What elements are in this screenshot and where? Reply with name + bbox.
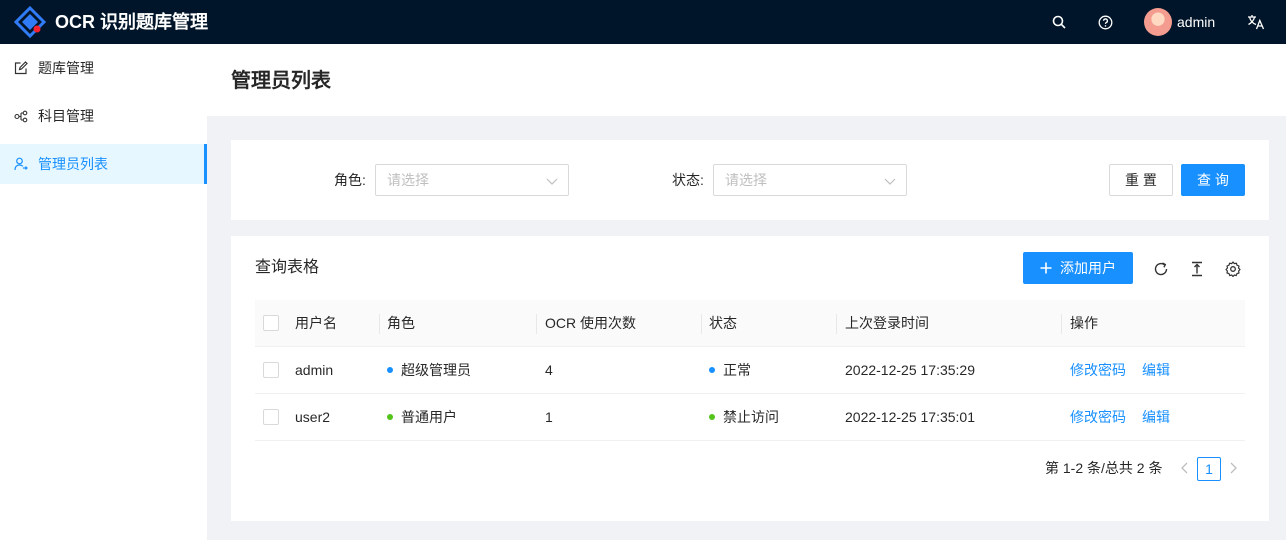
status-select[interactable]: 请选择 xyxy=(713,164,907,196)
add-user-button[interactable]: 添加用户 xyxy=(1023,252,1133,284)
page-title: 管理员列表 xyxy=(231,70,331,92)
cell-last-login: 2022-12-25 17:35:01 xyxy=(845,409,975,425)
translate-icon[interactable] xyxy=(1246,12,1266,32)
help-icon[interactable] xyxy=(1095,12,1115,32)
reload-icon[interactable] xyxy=(1152,260,1170,278)
table-row: admin 超级管理员 4 正常 2022-12-25 17:35:29 修改密… xyxy=(255,347,1245,394)
search-icon[interactable] xyxy=(1049,12,1069,32)
sidebar: 题库管理 科目管理 管理员列表 xyxy=(0,44,207,540)
column-header-last-login: 上次登录时间 xyxy=(845,315,929,331)
app-logo-icon[interactable] xyxy=(13,5,47,39)
top-header: OCR 识别题库管理 admin xyxy=(0,0,1286,44)
query-button[interactable]: 查 询 xyxy=(1181,164,1245,196)
prev-page-icon[interactable] xyxy=(1175,458,1195,478)
table-row: user2 普通用户 1 禁止访问 2022-12-25 17:35:01 修改… xyxy=(255,394,1245,441)
query-table-card: 查询表格 添加用户 用户名 角色 OCR 使用次数 状态 上次登录时间 操作 a… xyxy=(231,236,1269,521)
column-header-role: 角色 xyxy=(387,315,415,331)
sidebar-item-label: 管理员列表 xyxy=(38,156,108,172)
sidebar-item-label: 题库管理 xyxy=(38,60,94,76)
column-header-username: 用户名 xyxy=(295,315,337,331)
cell-last-login: 2022-12-25 17:35:29 xyxy=(845,362,975,378)
cell-ocr-count: 1 xyxy=(545,409,553,425)
row-checkbox[interactable] xyxy=(263,362,279,378)
status-filter-label: 状态: xyxy=(672,172,704,188)
column-divider xyxy=(1061,314,1062,334)
sidebar-item-question-bank[interactable]: 题库管理 xyxy=(0,48,207,88)
change-password-link[interactable]: 修改密码 xyxy=(1070,394,1126,440)
pagination-page-1[interactable]: 1 xyxy=(1197,457,1221,481)
avatar[interactable] xyxy=(1144,8,1172,36)
status-dot xyxy=(387,367,393,374)
pagination-summary: 第 1-2 条/总共 2 条 xyxy=(1045,460,1163,476)
column-divider xyxy=(536,314,537,334)
status-select-placeholder: 请选择 xyxy=(725,172,767,188)
sidebar-item-admin-list[interactable]: 管理员列表 xyxy=(0,144,207,184)
add-user-label: 添加用户 xyxy=(1060,260,1116,276)
user-switch-icon xyxy=(14,157,28,171)
column-height-icon[interactable] xyxy=(1188,260,1206,278)
setting-icon[interactable] xyxy=(1224,260,1242,278)
table-title: 查询表格 xyxy=(255,259,320,276)
column-header-status: 状态 xyxy=(709,315,737,331)
chevron-down-icon xyxy=(884,174,896,186)
cell-role: 超级管理员 xyxy=(387,347,471,393)
column-header-actions: 操作 xyxy=(1070,315,1098,331)
cell-status: 禁止访问 xyxy=(709,394,779,440)
status-dot xyxy=(709,367,715,374)
next-page-icon[interactable] xyxy=(1223,458,1243,478)
role-filter-label: 角色: xyxy=(334,172,366,188)
cell-ocr-count: 4 xyxy=(545,362,553,378)
column-header-ocr-count: OCR 使用次数 xyxy=(545,315,636,331)
chevron-down-icon xyxy=(546,174,558,186)
row-checkbox[interactable] xyxy=(263,409,279,425)
table-header: 用户名 角色 OCR 使用次数 状态 上次登录时间 操作 xyxy=(255,300,1245,347)
select-all-checkbox[interactable] xyxy=(263,315,279,331)
column-divider xyxy=(836,314,837,334)
edit-link[interactable]: 编辑 xyxy=(1142,347,1170,393)
cell-status: 正常 xyxy=(709,347,751,393)
plus-icon xyxy=(1040,262,1052,274)
edit-link[interactable]: 编辑 xyxy=(1142,394,1170,440)
role-select[interactable]: 请选择 xyxy=(375,164,569,196)
sidebar-item-subjects[interactable]: 科目管理 xyxy=(0,96,207,136)
cluster-icon xyxy=(14,109,28,123)
role-select-placeholder: 请选择 xyxy=(387,172,429,188)
status-dot xyxy=(387,414,393,421)
cell-username: admin xyxy=(295,362,334,378)
status-dot xyxy=(709,414,715,421)
column-divider xyxy=(701,314,702,334)
filter-form: 角色: 请选择 状态: 请选择 重 置 查 询 xyxy=(231,140,1269,220)
cell-role: 普通用户 xyxy=(387,394,457,440)
column-divider xyxy=(379,314,380,334)
reset-button[interactable]: 重 置 xyxy=(1109,164,1173,196)
page-header: 管理员列表 xyxy=(207,44,1286,116)
cell-username: user2 xyxy=(295,409,331,425)
sidebar-item-label: 科目管理 xyxy=(38,108,94,124)
username-label[interactable]: admin xyxy=(1177,0,1215,44)
change-password-link[interactable]: 修改密码 xyxy=(1070,347,1126,393)
edit-icon xyxy=(14,61,28,75)
app-title: OCR 识别题库管理 xyxy=(55,12,208,32)
